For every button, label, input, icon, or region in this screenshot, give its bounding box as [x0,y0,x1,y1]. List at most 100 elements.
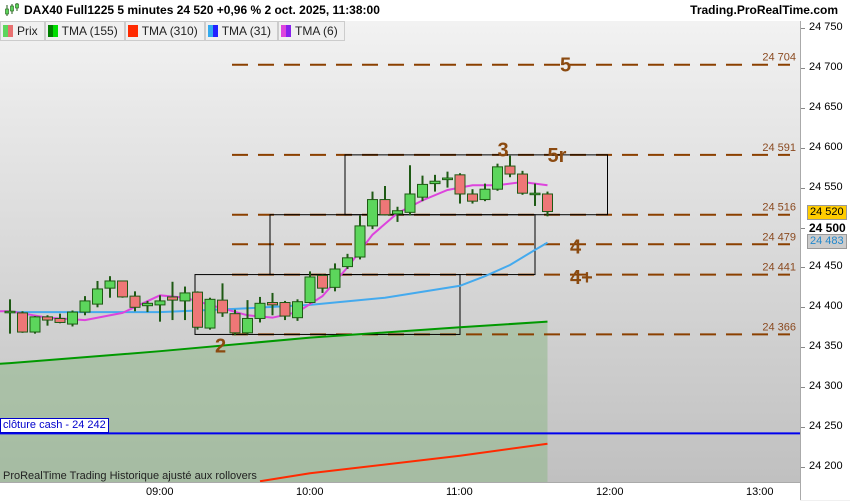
candle-body [542,193,553,213]
candle-body [154,300,166,306]
price-tick [801,28,805,29]
price-tick-label: 24 550 [809,180,843,193]
price-tick-label: 24 600 [809,140,843,153]
candle-body [529,192,541,196]
wave-label: 2 [215,336,226,358]
price-tick-label: 24 300 [809,380,843,393]
candle-body [92,288,103,305]
legend-item[interactable]: TMA (310) [124,21,205,41]
candle-body [367,199,378,227]
candle-body [429,180,441,185]
price-tick [801,67,805,69]
tma6-line [0,181,548,322]
candle-body [342,257,353,268]
site-name: Trading.ProRealTime.com [690,3,838,17]
candle-body [329,268,341,288]
level-label: 24 516 [762,202,796,214]
candle-body [317,274,328,289]
price-tick [801,147,805,149]
candle-body [192,291,203,328]
price-tick [801,107,805,109]
price-tick-label: 24 200 [809,459,843,472]
candle-body [67,311,78,325]
price-tick [801,347,805,349]
tma31-line [10,241,548,314]
time-tick-label: 12:00 [596,486,624,498]
price-tick [801,387,805,389]
chart-title: DAX40 Full1225 5 minutes 24 520 +0,96 % … [24,3,380,17]
chart-plot-area[interactable]: 24 704 24 591 24 516 24 479 24 441 24 366 5 5r 3… [0,21,800,482]
legend-swatch [281,25,292,37]
level-label: 24 366 [762,321,796,333]
price-tick [801,427,805,428]
candle-body [492,166,503,190]
candle-body [17,312,28,333]
legend-item[interactable]: TMA (155) [44,21,125,41]
time-tick-label: 13:00 [746,486,774,498]
price-tick-label: 24 250 [809,420,843,432]
price-axis[interactable]: 24 750 24 700 24 650 24 600 24 550 24 500 24 4… [800,21,850,500]
wave-label: 4+ [570,267,593,289]
price-tick-label: 24 750 [809,21,843,33]
candle-body [379,199,391,216]
price-chart[interactable]: 24 704 24 591 24 516 24 479 24 441 24 366 5 5r 3… [0,21,800,482]
legend-item[interactable]: TMA (6) [278,21,345,41]
candle-body [417,183,428,198]
candle-body [179,292,191,302]
legend-label: Prix [17,24,38,38]
candle-body [54,317,66,323]
candle-body [254,302,266,319]
tma155-area [0,321,548,482]
candle-body [29,316,41,333]
wave-label: 3 [498,139,509,161]
legend-swatch [127,25,138,37]
candle-body [167,296,178,301]
candle-body [479,188,491,201]
price-tick-label: 24 350 [809,340,843,353]
indicator-legend: Prix TMA (155) TMA (310) TMA (31) TMA (6) [0,21,345,41]
candle-body [454,174,466,195]
price-tick [801,307,805,309]
price-tick [801,227,805,229]
wave-label: 5 [560,55,571,77]
candle-body [42,316,53,321]
candle-body [442,177,453,181]
legend-label: TMA (155) [61,24,118,38]
candle-body [467,193,478,202]
legend-swatch [3,25,13,37]
legend-item[interactable]: Prix [0,21,45,41]
price-tick-label: 24 400 [809,300,843,313]
price-tick [801,187,805,189]
candle-body [104,280,116,289]
legend-label: TMA (310) [141,24,198,38]
candle-body [279,302,291,317]
candle-body [217,299,228,314]
price-tick-label: 24 650 [809,100,843,113]
candle-body [354,225,366,258]
time-tick-label: 11:00 [446,486,473,498]
time-tick-label: 09:00 [146,486,174,498]
legend-label: TMA (31) [221,24,272,38]
wave-label: 4 [570,237,582,259]
candle-body [117,280,128,298]
candle-body [4,310,16,314]
current-price-badge: 24 520 [807,204,847,220]
price-tick-label: 24 700 [809,60,843,73]
candle-body [292,301,303,319]
candle-body [504,165,516,175]
candle-body [242,317,253,334]
level-label: 24 441 [762,262,796,274]
time-axis[interactable]: 09:00 10:00 11:00 12:00 13:00 [0,482,800,501]
footer-note: ProRealTime Trading Historique ajusté au… [3,470,257,482]
price-tick-label: 24 450 [809,260,843,273]
cash-close-label: clôture cash - 24 242 [0,418,109,434]
candlestick-icon [5,3,19,16]
time-tick-label: 10:00 [296,486,324,498]
candle-body [517,173,528,194]
candle-body [404,193,416,213]
legend-item[interactable]: TMA (31) [204,21,279,41]
wave-label: 5r [548,145,567,167]
tma31-value-badge: 24 483 [807,234,847,250]
level-label: 24 704 [762,52,796,64]
price-tick [801,267,805,269]
